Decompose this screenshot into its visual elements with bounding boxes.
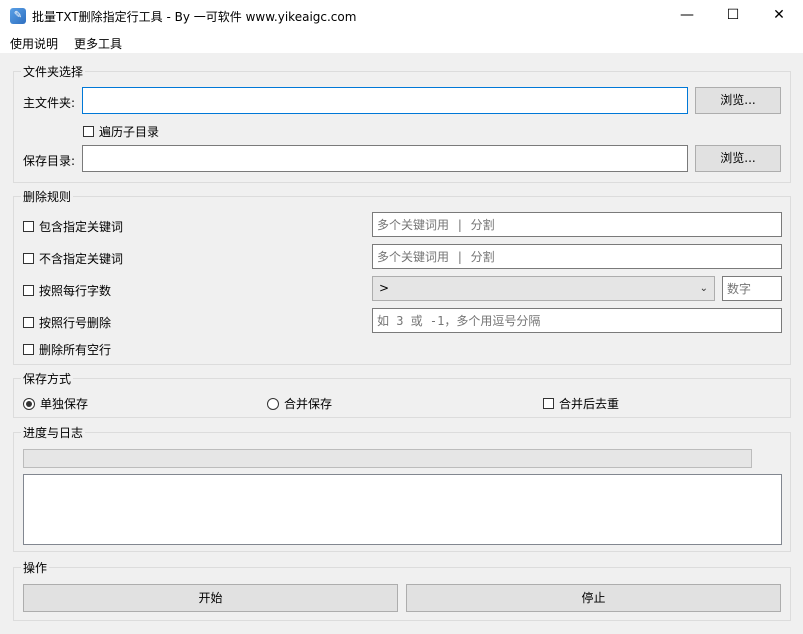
checkbox-box [23,344,34,355]
traverse-subdir-label: 遍历子目录 [99,125,160,139]
charcount-checkbox[interactable]: 按照每行字数 [23,282,111,299]
checkbox-box [23,317,34,328]
charcount-label: 按照每行字数 [39,284,112,298]
radio-unselected-icon [267,397,279,410]
line-number-checkbox[interactable]: 按照行号删除 [23,314,111,331]
main-folder-browse-button[interactable]: 浏览... [695,87,781,114]
folder-group-title: 文件夹选择 [21,63,86,80]
include-keyword-label: 包含指定关键词 [39,220,124,234]
checkbox-box [23,253,34,264]
close-button[interactable]: ✕ [756,0,802,31]
traverse-subdir-checkbox[interactable]: 遍历子目录 [83,123,159,140]
checkbox-box [543,398,554,409]
start-button[interactable]: 开始 [23,584,398,612]
maximize-button[interactable]: ☐ [710,0,756,31]
save-folder-label: 保存目录: [23,154,76,168]
delete-empty-lines-label: 删除所有空行 [39,343,112,357]
rules-group-title: 删除规则 [21,188,74,205]
exclude-keyword-input[interactable] [372,244,782,269]
include-keyword-input[interactable] [372,212,782,237]
charcount-number-input[interactable] [722,276,782,301]
main-folder-input[interactable] [82,87,688,114]
separate-save-radio[interactable]: 单独保存 [23,395,88,412]
save-folder-input[interactable] [82,145,688,172]
merge-dedupe-label: 合并后去重 [559,397,620,411]
menu-bar: 使用说明 更多工具 [0,31,803,53]
include-keyword-checkbox[interactable]: 包含指定关键词 [23,218,123,235]
app-icon: ✎ [10,8,26,24]
log-textarea[interactable] [23,474,782,545]
radio-selected-icon [23,397,35,410]
charcount-operator-value: > [379,281,390,295]
line-number-label: 按照行号删除 [39,316,112,330]
window-title: 批量TXT删除指定行工具 - By 一可软件 www.yikeaigc.com [32,10,357,24]
save-mode-group-title: 保存方式 [21,370,74,387]
exclude-keyword-label: 不含指定关键词 [39,252,124,266]
checkbox-box [23,285,34,296]
client-area: 文件夹选择 主文件夹: 浏览... 遍历子目录 保存目录: 浏览... 删除规则… [0,53,803,634]
menu-item-more-tools[interactable]: 更多工具 [74,35,122,52]
minimize-button[interactable]: — [664,0,710,31]
main-folder-label: 主文件夹: [23,96,76,110]
title-bar: ✎ 批量TXT删除指定行工具 - By 一可软件 www.yikeaigc.co… [0,0,803,31]
progress-bar [23,449,752,468]
action-group-title: 操作 [21,559,50,576]
merge-dedupe-checkbox[interactable]: 合并后去重 [543,395,619,412]
exclude-keyword-checkbox[interactable]: 不含指定关键词 [23,250,123,267]
menu-item-help[interactable]: 使用说明 [10,35,58,52]
merge-save-label: 合并保存 [284,397,333,411]
stop-button[interactable]: 停止 [406,584,781,612]
charcount-operator-select[interactable]: > ⌄ [372,276,715,301]
separate-save-label: 单独保存 [40,397,89,411]
checkbox-box [23,221,34,232]
chevron-down-icon: ⌄ [699,283,708,294]
progress-log-group-title: 进度与日志 [21,424,86,441]
save-mode-group [13,378,791,418]
save-folder-browse-button[interactable]: 浏览... [695,145,781,172]
merge-save-radio[interactable]: 合并保存 [267,395,332,412]
delete-empty-lines-checkbox[interactable]: 删除所有空行 [23,341,111,358]
checkbox-box [83,126,94,137]
line-number-input[interactable] [372,308,782,333]
